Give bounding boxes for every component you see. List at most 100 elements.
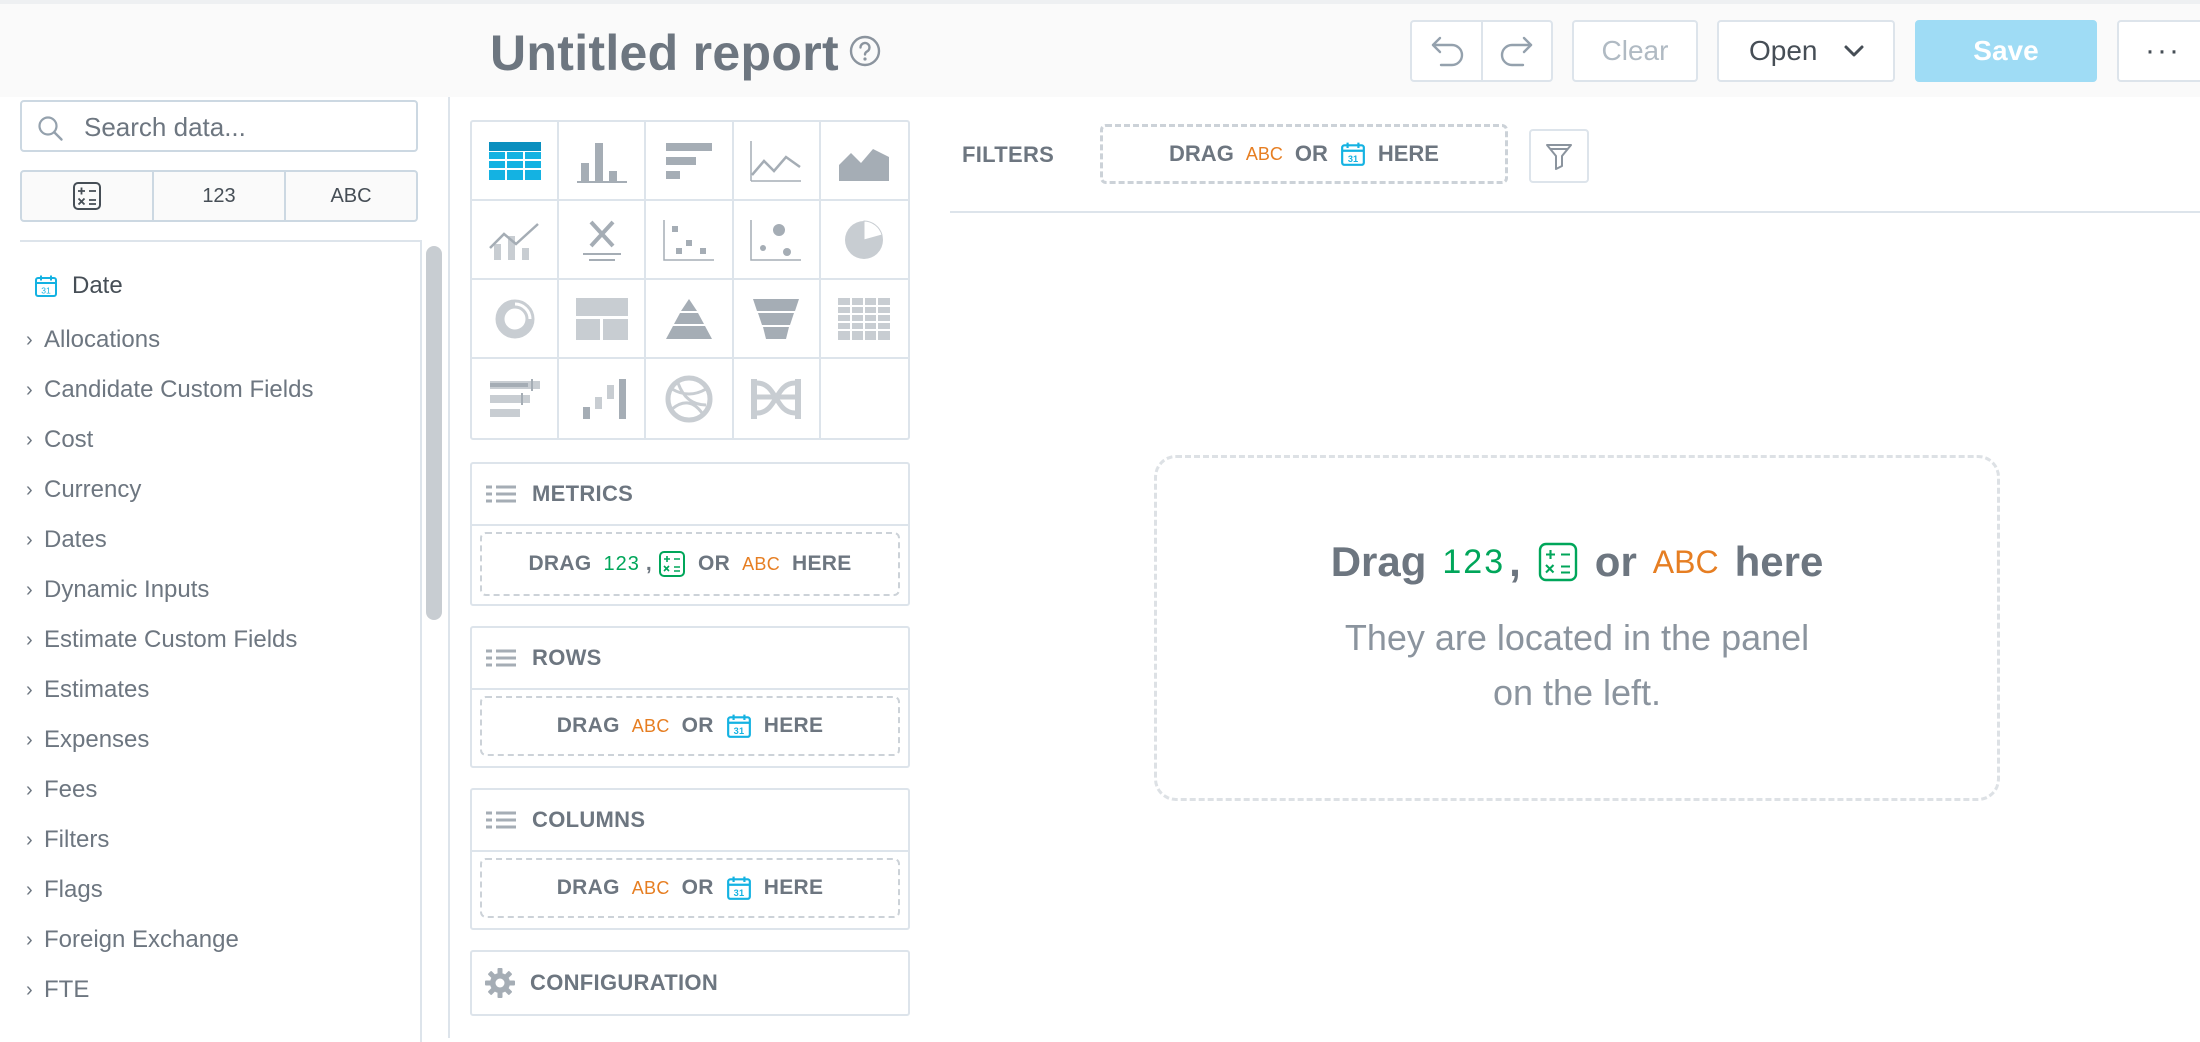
open-button[interactable]: Open [1717,20,1895,82]
catalog-item-label: Candidate Custom Fields [44,376,314,403]
catalog-item-dates[interactable]: › Dates [26,526,107,554]
visualization-picker [470,120,910,440]
metrics-dropzone[interactable]: DRAG 123 , OR ABC HERE [480,532,900,596]
catalog-item-cost[interactable]: › Cost [26,426,93,454]
filter-by-value-button[interactable] [1529,129,1589,183]
configuration-title: CONFIGURATION [530,970,719,995]
viz-heatmap[interactable] [820,280,908,359]
waterfall-chart-icon [575,377,629,421]
funnel-icon [1544,141,1574,171]
more-menu-button[interactable]: ··· [2117,20,2200,82]
canvas-hint-line: They are located in the panel [1344,617,1810,658]
catalog-item-expenses[interactable]: › Expenses [26,726,149,754]
catalog-scrollbar[interactable] [426,246,442,620]
catalog-item-fte[interactable]: › FTE [26,976,89,1004]
catalog-item-dynamic-inputs[interactable]: › Dynamic Inputs [26,576,209,604]
chevron-right-icon: › [26,578,33,601]
filters-dropzone[interactable]: DRAG ABC OR 31 HERE [1100,124,1508,184]
help-icon[interactable] [848,34,882,68]
catalog-item-candidate-custom-fields[interactable]: › Candidate Custom Fields [26,376,313,404]
drag-text: DRAG [556,876,620,899]
columns-dropzone[interactable]: DRAG ABC OR 31 HERE [480,858,900,918]
catalog-item-label: Filters [44,826,110,853]
catalog-item-currency[interactable]: › Currency [26,476,141,504]
viz-bubble[interactable] [733,201,821,280]
viz-waterfall[interactable] [559,359,647,438]
viz-area[interactable] [820,122,908,201]
undo-button[interactable] [1410,20,1482,82]
catalog-item-allocations[interactable]: › Allocations [26,326,160,354]
redo-button[interactable] [1481,20,1553,82]
catalog-item-estimates[interactable]: › Estimates [26,676,149,704]
configuration-section[interactable]: CONFIGURATION [470,950,910,1016]
viz-bullet[interactable] [472,359,560,438]
heatmap-icon [837,297,891,341]
viz-line[interactable] [733,122,821,201]
report-title[interactable]: Untitled report [490,24,839,82]
metrics-header: METRICS [472,464,908,526]
viz-pyramid[interactable] [646,280,734,359]
line-chart-icon [749,139,803,183]
chevron-right-icon: › [26,978,33,1001]
viz-table[interactable] [472,122,560,201]
filters-label: FILTERS [962,142,1055,167]
viz-combo[interactable] [472,201,560,280]
calendar-icon: 31 [726,713,752,739]
viz-pie[interactable] [820,201,908,280]
type-filter-metrics[interactable] [22,172,154,220]
configuration-header[interactable]: CONFIGURATION [472,952,908,1014]
catalog-item-estimate-custom-fields[interactable]: › Estimate Custom Fields [26,626,297,654]
open-button-label: Open [1749,35,1818,66]
viz-headline[interactable] [559,201,647,280]
catalog-item-fees[interactable]: › Fees [26,776,97,804]
viz-column[interactable] [559,122,647,201]
here-text: HERE [763,714,824,737]
column-chart-icon [575,139,629,183]
or-text: OR [697,552,731,575]
catalog-item-label: Dynamic Inputs [44,576,210,603]
viz-sankey[interactable] [734,359,821,438]
columns-title: COLUMNS [532,807,646,832]
type-filter-facts[interactable]: 123 [154,172,286,220]
attribute-type-label: ABC [1245,143,1283,164]
catalog-item-label: Dates [44,526,107,553]
viz-donut[interactable] [472,280,560,359]
save-button[interactable]: Save [1915,20,2097,82]
drag-text: DRAG [528,552,592,575]
chevron-right-icon: › [26,828,33,851]
combo-chart-icon [488,218,542,262]
catalog-item-label: Cost [44,426,94,453]
canvas-hint: They are located in the panel on the lef… [1154,610,2000,720]
canvas-hint-line: on the left. [1492,672,1662,713]
catalog-item-date[interactable]: 31 Date [34,272,123,300]
clear-button[interactable]: Clear [1572,20,1698,82]
rows-dropzone[interactable]: DRAG ABC OR 31 HERE [480,696,900,756]
sankey-chart-icon [749,377,803,421]
canvas-here-text: here [1734,538,1824,585]
attribute-type-label: ABC [631,877,670,898]
canvas-comma-text: , [1509,538,1521,585]
catalog-item-flags[interactable]: › Flags [26,876,103,904]
drag-text: DRAG [1169,141,1234,166]
viz-bar[interactable] [646,122,734,201]
type-filter-attributes[interactable]: ABC [286,172,416,220]
search-input[interactable] [82,111,406,143]
type-filter-group: 123 ABC [20,170,418,222]
columns-header: COLUMNS [472,790,908,852]
viz-dependency-wheel[interactable] [646,359,734,438]
catalog-item-filters[interactable]: › Filters [26,826,109,854]
dependency-wheel-icon [662,375,716,423]
viz-scatter[interactable] [646,201,734,280]
here-text: HERE [792,552,852,575]
viz-treemap[interactable] [559,280,647,359]
catalog-item-label: FTE [44,976,90,1003]
catalog-item-foreign-exchange[interactable]: › Foreign Exchange [26,926,239,954]
catalog-search[interactable] [20,100,418,152]
metrics-bucket: METRICS DRAG 123 , OR ABC HERE [470,462,910,606]
svg-text:31: 31 [41,286,51,296]
viz-funnel[interactable] [733,280,821,359]
fact-type-label: 123 [1442,542,1506,581]
chevron-right-icon: › [26,678,33,701]
comma-text: , [645,552,652,575]
catalog-item-label: Estimates [44,676,150,703]
